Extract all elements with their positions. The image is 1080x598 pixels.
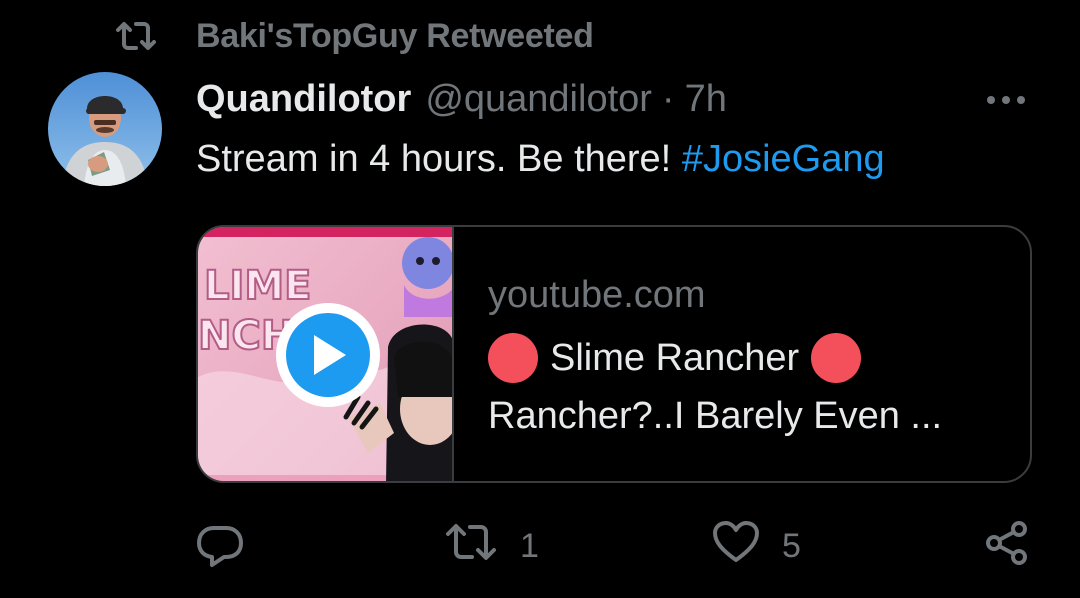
red-circle-icon [811,333,862,383]
tweet-text: Stream in 4 hours. Be there! #JosieGang [196,138,885,181]
reply-button[interactable] [196,524,244,577]
share-button[interactable] [984,520,1030,575]
heart-icon [712,520,760,573]
like-button[interactable]: 5 [712,520,801,573]
share-icon [984,520,1030,575]
retweet-icon [114,16,158,56]
play-button[interactable] [276,303,380,407]
card-title-text: Slime Rancher [550,337,800,379]
separator-dot: · [661,77,675,120]
video-thumbnail[interactable]: LIME NCHER [198,227,454,481]
card-content: youtube.com Slime Rancher Rancher?..I Ba… [454,227,942,481]
retweet-count: 1 [520,527,539,565]
red-circle-icon [488,333,538,383]
author-handle[interactable]: @quandilotor [425,78,652,121]
hashtag-link[interactable]: #JosieGang [682,138,885,180]
card-description: Rancher?..I Barely Even ... [488,395,943,437]
reply-icon [196,524,244,577]
retweet-icon [444,520,498,573]
play-icon [286,313,370,397]
retweet-indicator: Baki'sTopGuy Retweeted [114,16,594,56]
svg-text:LIME: LIME [204,263,312,309]
avatar[interactable] [48,72,162,186]
tweet-timestamp[interactable]: 7h [685,78,727,121]
like-count: 5 [782,527,801,565]
retweeted-by-label[interactable]: Baki'sTopGuy Retweeted [196,17,594,56]
author-name[interactable]: Quandilotor [196,78,411,121]
tweet-body: Stream in 4 hours. Be there! [196,138,682,180]
link-preview-card[interactable]: LIME NCHER youtube.com Slime Rancher Ran… [196,225,1032,483]
card-title: Slime Rancher [488,329,942,387]
retweet-button[interactable]: 1 [444,520,539,573]
more-options-icon[interactable] [980,84,1032,116]
tweet-header: Quandilotor @quandilotor · 7h [196,74,727,124]
card-domain: youtube.com [488,274,706,316]
